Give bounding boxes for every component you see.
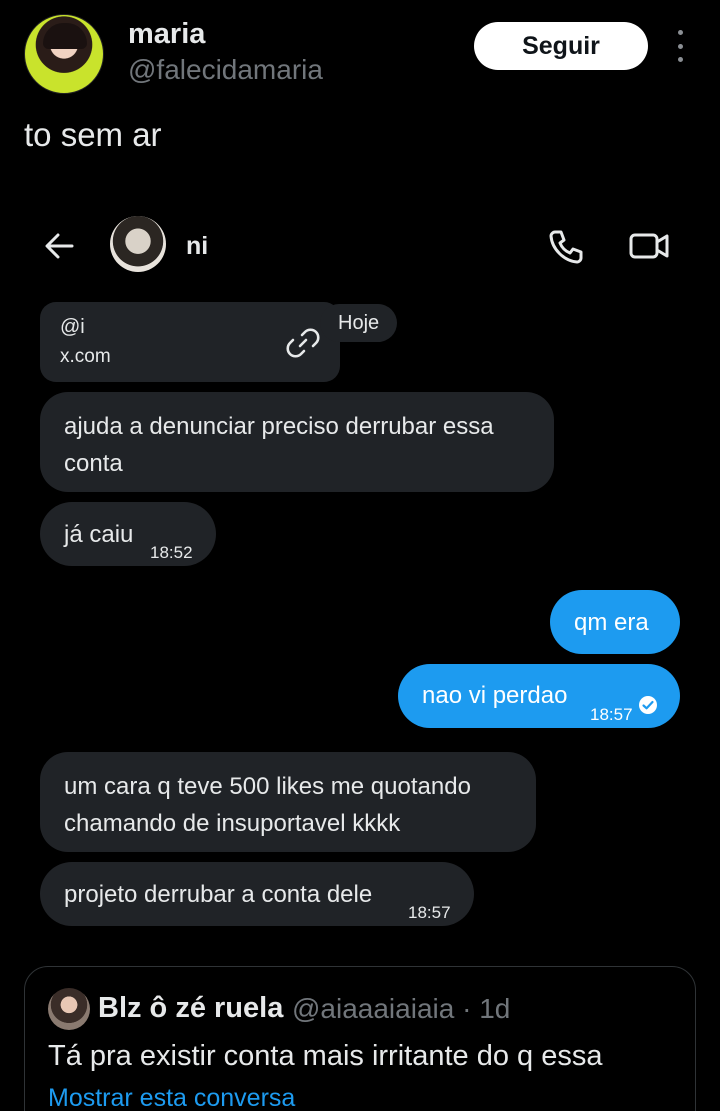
more-options-icon[interactable] [670, 30, 690, 62]
message-text: um cara q teve 500 likes me quotando cha… [64, 773, 471, 837]
message-bubble-incoming: projeto derrubar a conta dele 18:57 [40, 862, 474, 926]
message-bubble-outgoing: qm era [550, 590, 680, 654]
quoted-tweet-text: Tá pra existir conta mais irritante do q… [48, 1040, 603, 1072]
message-text: qm era [574, 609, 649, 636]
message-bubble-incoming: ajuda a denunciar preciso derrubar essa … [40, 392, 554, 492]
quoted-author-name: Blz ô zé ruela [98, 992, 284, 1024]
message-time: 18:57 [408, 903, 451, 922]
author-avatar[interactable] [24, 14, 104, 94]
chat-contact-avatar [110, 216, 166, 272]
tweet-text: to sem ar [24, 116, 162, 153]
shared-link-handle: @i [60, 316, 85, 338]
date-separator: Hoje [320, 304, 398, 342]
phone-icon [549, 230, 583, 264]
show-conversation-link[interactable]: Mostrar esta conversa [48, 1084, 295, 1111]
message-text: já caiu [64, 521, 134, 548]
author-name[interactable]: maria [128, 18, 205, 51]
message-time: 18:57 [590, 705, 633, 724]
follow-button[interactable]: Seguir [474, 22, 648, 70]
message-bubble-incoming: um cara q teve 500 likes me quotando cha… [40, 752, 536, 852]
message-time: 18:52 [150, 543, 193, 562]
read-check-icon [639, 696, 657, 714]
author-handle[interactable]: @falecidamaria [128, 54, 323, 86]
message-bubble-incoming: já caiu 18:52 [40, 502, 216, 566]
quoted-author-avatar [48, 988, 90, 1030]
quoted-author-handle: @aiaaaiaiaia · 1d [292, 993, 511, 1024]
chat-contact-name: ni [186, 232, 209, 260]
shared-link-domain: x.com [60, 346, 111, 367]
message-bubble-outgoing: nao vi perdao 18:57 [398, 664, 680, 728]
video-call-icon [629, 233, 669, 259]
message-text: nao vi perdao [422, 682, 568, 709]
back-arrow-icon [45, 233, 74, 259]
link-icon [286, 328, 320, 358]
message-text: ajuda a denunciar preciso derrubar essa … [64, 413, 494, 477]
message-text: projeto derrubar a conta dele [64, 881, 373, 908]
